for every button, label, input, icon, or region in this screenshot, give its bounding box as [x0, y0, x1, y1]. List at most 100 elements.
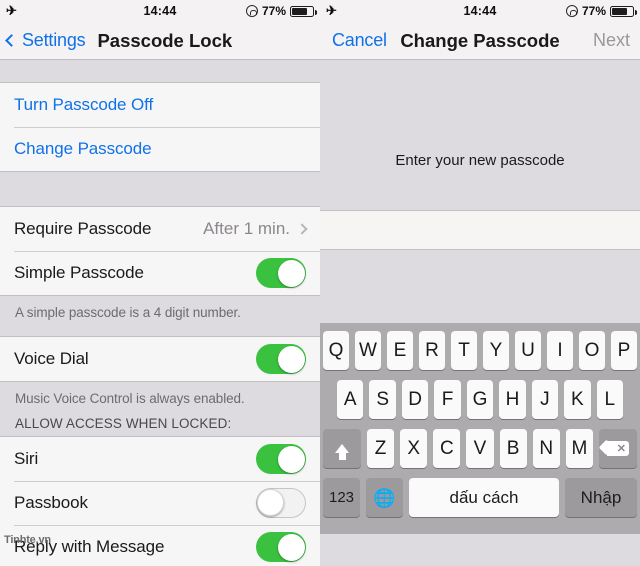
settings-group-passcode-actions: Turn Passcode Off Change Passcode [0, 82, 320, 172]
row-require-passcode[interactable]: Require Passcode After 1 min. [0, 207, 320, 251]
cancel-button[interactable]: Cancel [320, 30, 387, 51]
key-w[interactable]: W [355, 331, 381, 370]
shift-arrow-up-icon [335, 444, 349, 460]
chevron-right-icon [296, 223, 308, 235]
status-bar-right-group: 77% [565, 4, 638, 18]
globe-language-icon: 🌐 [373, 487, 396, 508]
key-c[interactable]: C [433, 429, 461, 468]
reply-with-message-toggle[interactable] [256, 532, 306, 562]
key-f[interactable]: F [434, 380, 461, 419]
battery-percent-label: 77% [261, 4, 286, 18]
status-bar-left: ✈ 14:44 77% [0, 0, 320, 22]
rotation-lock-icon [245, 5, 258, 17]
row-label: Simple Passcode [14, 263, 144, 282]
section-gap-top [0, 60, 320, 82]
key-m[interactable]: M [565, 429, 593, 468]
row-accessory [256, 258, 306, 288]
row-siri[interactable]: Siri [0, 437, 320, 481]
status-bar-right-group: 77% [245, 4, 318, 18]
keyboard-row-4: 123 🌐 dấu cách Nhập [323, 478, 637, 517]
key-t[interactable]: T [451, 331, 477, 370]
backspace-delete-icon: ✕ [606, 441, 629, 456]
key-v[interactable]: V [466, 429, 494, 468]
page-title: Passcode Lock [97, 29, 233, 51]
key-b[interactable]: B [499, 429, 527, 468]
key-y[interactable]: Y [483, 331, 509, 370]
row-accessory: After 1 min. [203, 219, 308, 239]
key-x[interactable]: X [400, 429, 428, 468]
passcode-prompt-area: Enter your new passcode [320, 60, 640, 210]
section-gap-middle [0, 172, 320, 206]
require-passcode-value: After 1 min. [203, 219, 290, 238]
passcode-input-field[interactable] [320, 210, 640, 250]
row-accessory [256, 532, 306, 562]
status-bar-right: ✈ 14:44 77% [320, 0, 640, 22]
key-a[interactable]: A [337, 380, 364, 419]
key-p[interactable]: P [611, 331, 637, 370]
footnote-voice-control: Music Voice Control is always enabled. [0, 382, 320, 406]
row-turn-passcode-off[interactable]: Turn Passcode Off [0, 83, 320, 127]
row-accessory [256, 444, 306, 474]
watermark: Tinhte.vn [4, 534, 51, 546]
key-q[interactable]: Q [323, 331, 349, 370]
backspace-delete-key[interactable]: ✕ [598, 429, 637, 468]
battery-percent-label: 77% [581, 4, 606, 18]
shift-key[interactable] [323, 429, 361, 468]
key-g[interactable]: G [466, 380, 494, 419]
section-header-allow-access: ALLOW ACCESS WHEN LOCKED: [0, 406, 320, 436]
settings-group-passcode-options: Require Passcode After 1 min. Simple Pas… [0, 206, 320, 296]
navigation-bar-right: Cancel Change Passcode Next [320, 22, 640, 60]
key-r[interactable]: R [419, 331, 445, 370]
settings-group-voice-dial: Voice Dial [0, 336, 320, 382]
left-phone-screen: ✈ 14:44 77% Settings Passcode Lock Turn … [0, 0, 320, 566]
key-j[interactable]: J [531, 380, 559, 419]
row-accessory [256, 344, 306, 374]
row-label: Voice Dial [14, 349, 89, 368]
key-o[interactable]: O [579, 331, 605, 370]
key-z[interactable]: Z [367, 429, 395, 468]
key-s[interactable]: S [369, 380, 396, 419]
row-label: Siri [14, 449, 39, 468]
row-accessory [256, 488, 306, 518]
key-h[interactable]: H [499, 380, 526, 419]
key-n[interactable]: N [532, 429, 560, 468]
key-e[interactable]: E [387, 331, 413, 370]
return-key[interactable]: Nhập [565, 478, 637, 517]
siri-toggle[interactable] [256, 444, 306, 474]
battery-icon [290, 5, 318, 17]
back-button-label: Settings [22, 30, 86, 50]
dual-screenshot-container: ✈ 14:44 77% Settings Passcode Lock Turn … [0, 0, 640, 566]
voice-dial-toggle[interactable] [256, 344, 306, 374]
key-u[interactable]: U [515, 331, 541, 370]
key-d[interactable]: D [401, 380, 429, 419]
key-k[interactable]: K [564, 380, 591, 419]
row-voice-dial[interactable]: Voice Dial [0, 337, 320, 381]
key-i[interactable]: I [547, 331, 573, 370]
row-label: Passbook [14, 493, 88, 512]
passcode-prompt-text: Enter your new passcode [395, 152, 565, 169]
next-button[interactable]: Next [593, 30, 640, 51]
simple-passcode-toggle[interactable] [256, 258, 306, 288]
onscreen-keyboard: Q W E R T Y U I O P A S D F G H J K L Z … [320, 323, 640, 534]
footnote-simple-passcode: A simple passcode is a 4 digit number. [0, 296, 320, 336]
row-passbook[interactable]: Passbook [0, 481, 320, 525]
row-simple-passcode[interactable]: Simple Passcode [0, 251, 320, 295]
battery-icon [610, 5, 638, 17]
back-button-settings[interactable]: Settings [0, 30, 86, 51]
keyboard-row-1: Q W E R T Y U I O P [323, 331, 637, 370]
space-key[interactable]: dấu cách [409, 478, 559, 517]
chevron-left-icon [5, 34, 18, 47]
row-label: Require Passcode [14, 219, 152, 238]
right-phone-screen: ✈ 14:44 77% Cancel Change Passcode Next … [320, 0, 640, 566]
navigation-bar-left: Settings Passcode Lock [0, 22, 320, 60]
passbook-toggle[interactable] [256, 488, 306, 518]
row-label: Change Passcode [14, 139, 152, 158]
numbers-key[interactable]: 123 [323, 478, 360, 517]
settings-group-allow-access: Siri Passbook Reply with Message [0, 436, 320, 566]
row-label: Turn Passcode Off [14, 95, 154, 114]
key-l[interactable]: L [596, 380, 623, 419]
language-globe-key[interactable]: 🌐 [366, 478, 403, 517]
keyboard-row-3: Z X C V B N M ✕ [323, 429, 637, 468]
rotation-lock-icon [565, 5, 578, 17]
row-change-passcode[interactable]: Change Passcode [0, 127, 320, 171]
